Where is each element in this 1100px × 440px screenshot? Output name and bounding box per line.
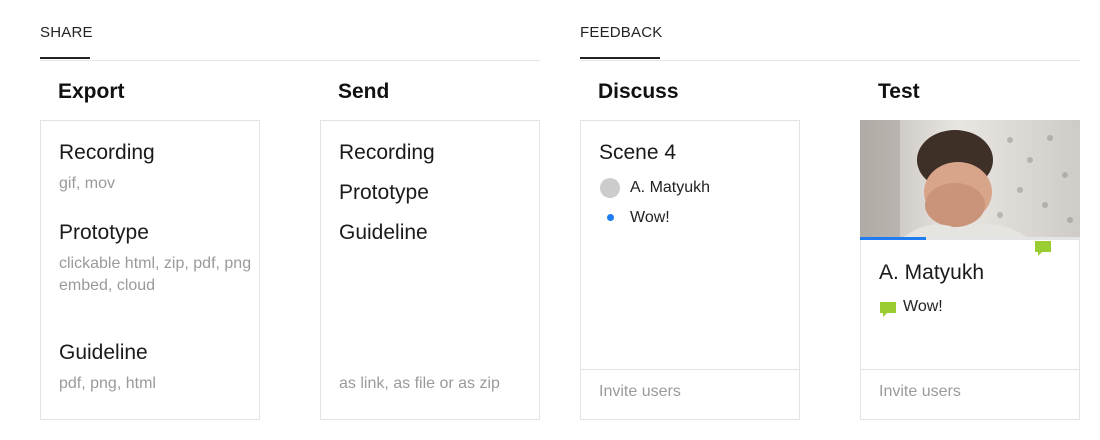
webcam-frame-image: [860, 120, 1080, 240]
export-prototype-formats-2: embed, cloud: [59, 277, 156, 294]
export-guideline-formats: pdf, png, html: [59, 375, 156, 392]
test-comment[interactable]: Wow!: [903, 298, 943, 316]
send-card: Recording Prototype Guideline as link, a…: [320, 120, 540, 420]
test-title: Test: [878, 80, 920, 103]
timeline-comment-marker-icon[interactable]: [1035, 241, 1051, 256]
export-card: Recording gif, mov Prototype clickable h…: [40, 120, 260, 420]
avatar: [600, 178, 620, 198]
test-card: A. Matyukh Wow! Invite users: [860, 120, 1080, 420]
discuss-comment[interactable]: Wow!: [630, 209, 670, 227]
send-prototype[interactable]: Prototype: [339, 181, 429, 205]
comment-icon: [880, 302, 896, 317]
export-recording-title[interactable]: Recording: [59, 141, 155, 165]
send-title: Send: [338, 80, 390, 103]
unread-indicator: [607, 214, 614, 221]
test-invite-footer[interactable]: Invite users: [861, 369, 1079, 419]
invite-users-link[interactable]: Invite users: [879, 383, 961, 401]
discuss-card: Scene 4 A. Matyukh Wow! Invite users: [580, 120, 800, 420]
export-prototype-title[interactable]: Prototype: [59, 221, 149, 245]
send-options-note: as link, as file or as zip: [339, 375, 500, 392]
tab-feedback[interactable]: FEEDBACK: [580, 24, 662, 59]
video-progress-fill: [860, 237, 926, 240]
video-progress-track[interactable]: [860, 237, 1080, 240]
test-author-name: A. Matyukh: [879, 261, 985, 284]
export-prototype-formats: clickable html, zip, pdf, png: [59, 255, 252, 272]
share-section-header: SHARE: [40, 0, 540, 61]
export-guideline-title[interactable]: Guideline: [59, 341, 148, 365]
discuss-invite-footer[interactable]: Invite users: [581, 369, 799, 419]
export-title: Export: [58, 80, 125, 103]
send-recording[interactable]: Recording: [339, 141, 435, 165]
discuss-title: Discuss: [598, 80, 679, 103]
discuss-scene-title[interactable]: Scene 4: [599, 141, 676, 165]
send-guideline[interactable]: Guideline: [339, 221, 428, 245]
tab-share[interactable]: SHARE: [40, 24, 92, 59]
invite-users-link[interactable]: Invite users: [599, 383, 681, 401]
feedback-section-header: FEEDBACK: [580, 0, 1080, 61]
discuss-author-name: A. Matyukh: [630, 179, 711, 196]
test-video-thumbnail[interactable]: [860, 120, 1080, 240]
export-recording-formats: gif, mov: [59, 175, 116, 192]
